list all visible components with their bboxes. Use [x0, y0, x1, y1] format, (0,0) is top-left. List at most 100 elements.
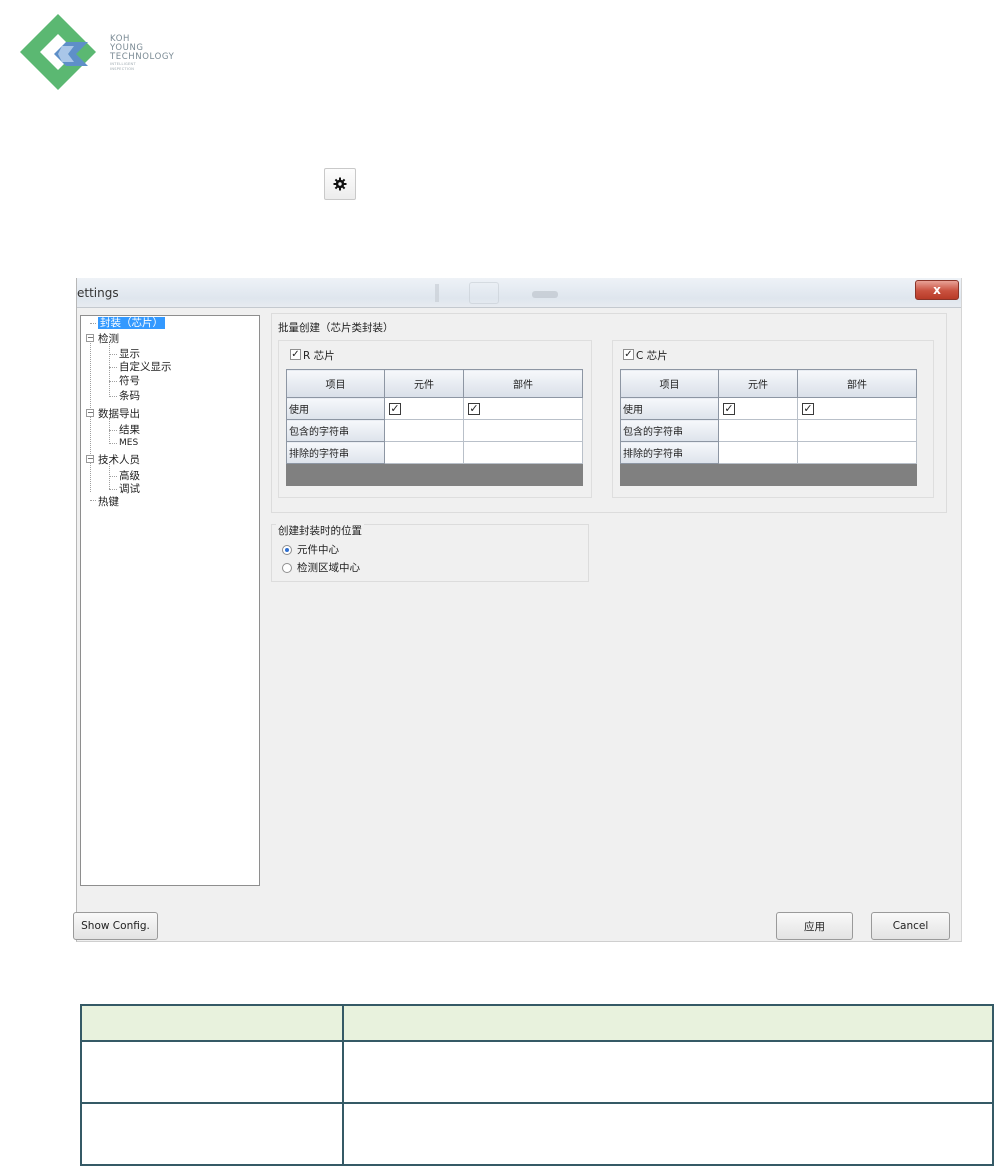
tree-expander-technician[interactable]: − — [86, 455, 94, 463]
tree-connector — [109, 476, 117, 477]
table-row — [80, 1004, 994, 1042]
settings-gear-button[interactable] — [324, 168, 356, 200]
tree-item-result[interactable]: 结果 — [119, 424, 140, 436]
tree-item-custom-display[interactable]: 自定义显示 — [119, 361, 172, 373]
logo-mark-icon — [20, 14, 96, 90]
doc-table-header-cell — [80, 1004, 344, 1042]
table-row: 包含的字符串 — [286, 419, 583, 442]
batch-create-group: 批量创建（芯片类封装） ✓ R 芯片 项目 元件 部件 使用 ✓ ✓ 包含的字符… — [271, 313, 947, 513]
window-titlebar[interactable]: ettings x — [77, 278, 961, 308]
row-label-use: 使用 — [286, 397, 385, 420]
window-close-button[interactable]: x — [915, 280, 959, 300]
use-part-cell[interactable]: ✓ — [463, 397, 583, 420]
c-chip-grid: 项目 元件 部件 使用 ✓ ✓ 包含的字符串 排除的字符串 — [620, 369, 917, 486]
use-component-checkbox[interactable]: ✓ — [389, 402, 401, 415]
radio-component-center[interactable] — [282, 545, 292, 555]
radio-component-center-label[interactable]: 元件中心 — [297, 542, 339, 557]
logo-line-3: TECHNOLOGY — [110, 52, 175, 62]
exclude-component-cell[interactable] — [384, 441, 464, 464]
package-position-group: 创建封装时的位置 元件中心 检测区域中心 — [271, 523, 589, 582]
c-chip-label: C 芯片 — [636, 350, 668, 362]
row-label-include-string: 包含的字符串 — [620, 419, 719, 442]
row-label-exclude-string: 排除的字符串 — [620, 441, 719, 464]
include-part-cell[interactable] — [797, 419, 917, 442]
row-label-use: 使用 — [620, 397, 719, 420]
tree-expander-inspection[interactable]: − — [86, 334, 94, 342]
table-row: 使用 ✓ ✓ — [620, 397, 917, 420]
use-component-checkbox[interactable]: ✓ — [723, 402, 735, 415]
settings-tree[interactable]: − − − 封装（芯片） 检测 显示 自定义显示 符号 条码 数据导出 结果 M… — [80, 315, 260, 886]
exclude-part-cell[interactable] — [797, 441, 917, 464]
table-row: 排除的字符串 — [620, 441, 917, 464]
exclude-part-cell[interactable] — [463, 441, 583, 464]
table-row: 使用 ✓ ✓ — [286, 397, 583, 420]
tree-item-package-chip[interactable]: 封装（芯片） — [98, 317, 165, 329]
tree-connector — [90, 500, 96, 501]
tree-connector — [109, 489, 117, 490]
table-row — [80, 1040, 994, 1104]
window-title: ettings — [77, 286, 119, 300]
radio-inspection-area-center[interactable] — [282, 563, 292, 573]
package-position-label: 创建封装时的位置 — [276, 523, 364, 538]
grid-header-component: 元件 — [718, 369, 798, 398]
grid-header-component: 元件 — [384, 369, 464, 398]
gear-icon — [333, 177, 347, 191]
use-part-checkbox[interactable]: ✓ — [802, 402, 814, 415]
r-chip-grid: 项目 元件 部件 使用 ✓ ✓ 包含的字符串 排除的字符串 — [286, 369, 583, 486]
tree-connector — [90, 323, 96, 324]
apply-button[interactable]: 应用 — [776, 912, 853, 940]
include-component-cell[interactable] — [718, 419, 798, 442]
grid-header-part: 部件 — [797, 369, 917, 398]
grid-header-item: 项目 — [286, 369, 385, 398]
use-part-cell[interactable]: ✓ — [797, 397, 917, 420]
tree-expander-data-export[interactable]: − — [86, 409, 94, 417]
use-component-cell[interactable]: ✓ — [384, 397, 464, 420]
titlebar-decoration — [469, 282, 499, 304]
tree-connector — [109, 443, 117, 444]
settings-window: ettings x − − − 封装（芯片） 检测 显示 自定义显示 符号 条码… — [73, 278, 962, 942]
tree-connector — [109, 381, 117, 382]
grid-header-item: 项目 — [620, 369, 719, 398]
titlebar-decoration — [532, 291, 558, 298]
company-logo: KOH YOUNG TECHNOLOGY INTELLIGENT INSPECT… — [18, 12, 188, 94]
exclude-component-cell[interactable] — [718, 441, 798, 464]
grid-empty-area — [620, 463, 917, 486]
grid-header-part: 部件 — [463, 369, 583, 398]
close-icon: x — [933, 283, 941, 297]
logo-tagline-2: INSPECTION — [110, 66, 135, 71]
tree-item-technician[interactable]: 技术人员 — [98, 454, 140, 466]
tree-item-symbol[interactable]: 符号 — [119, 375, 140, 387]
batch-create-group-label: 批量创建（芯片类封装） — [276, 320, 396, 335]
tree-item-advanced[interactable]: 高级 — [119, 470, 140, 482]
show-config-button[interactable]: Show Config. — [73, 912, 158, 940]
tree-item-mes[interactable]: MES — [119, 437, 138, 449]
tree-item-data-export[interactable]: 数据导出 — [98, 408, 140, 420]
use-component-cell[interactable]: ✓ — [718, 397, 798, 420]
table-row — [80, 1102, 994, 1166]
tree-item-barcode[interactable]: 条码 — [119, 390, 140, 402]
use-part-checkbox[interactable]: ✓ — [468, 402, 480, 415]
tree-item-hotkey[interactable]: 热键 — [98, 496, 119, 508]
grid-empty-area — [286, 463, 583, 486]
row-label-exclude-string: 排除的字符串 — [286, 441, 385, 464]
tree-item-inspection[interactable]: 检测 — [98, 333, 119, 345]
table-row: 排除的字符串 — [286, 441, 583, 464]
cancel-button[interactable]: Cancel — [871, 912, 950, 940]
c-chip-checkbox[interactable]: ✓ — [623, 349, 634, 360]
document-table — [80, 1004, 994, 1166]
tree-connector — [109, 354, 117, 355]
table-row: 包含的字符串 — [620, 419, 917, 442]
tree-item-debug[interactable]: 调试 — [119, 483, 140, 495]
include-part-cell[interactable] — [463, 419, 583, 442]
tree-connector — [109, 342, 110, 397]
tree-connector — [109, 367, 117, 368]
doc-table-cell — [80, 1040, 344, 1104]
doc-table-cell — [80, 1102, 344, 1166]
titlebar-decoration — [435, 284, 439, 302]
tree-item-display[interactable]: 显示 — [119, 348, 140, 360]
doc-table-cell — [342, 1102, 994, 1166]
r-chip-checkbox[interactable]: ✓ — [290, 349, 301, 360]
doc-table-cell — [342, 1040, 994, 1104]
radio-inspection-area-center-label[interactable]: 检测区域中心 — [297, 560, 360, 575]
include-component-cell[interactable] — [384, 419, 464, 442]
